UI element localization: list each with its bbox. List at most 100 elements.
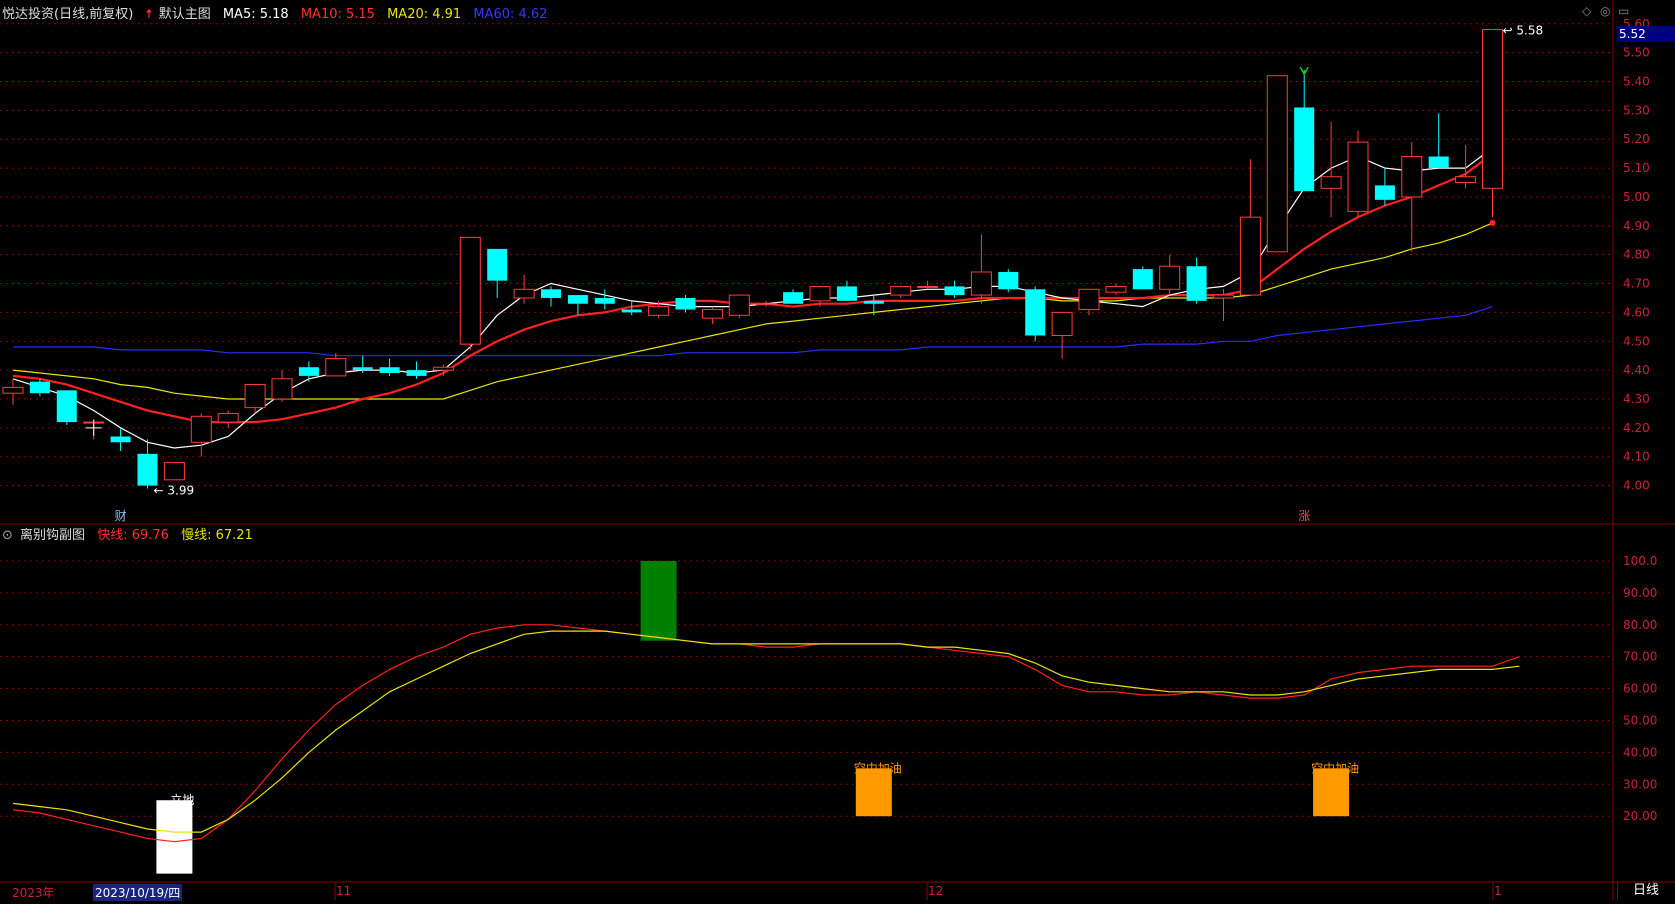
candle-body-down [1374,185,1395,200]
candle-body-up [809,285,831,302]
ma60-line [13,306,1493,357]
fast-line-label: 快线: 69.76 [97,528,169,543]
candle-body-down [783,292,804,304]
candle-body-up [1105,285,1127,293]
candle-body-down [1428,156,1449,169]
y-tick-label: 4.60 [1623,305,1650,319]
sell-dot-icon [1489,219,1496,226]
candle-body-up [271,378,293,400]
candle-body-down [298,367,319,376]
candle-body-up [432,366,454,371]
ma20-label: MA20: 4.91 [387,7,462,22]
ma5-label: MA5: 5.18 [222,7,289,22]
marker-label: 涨 [1298,508,1310,523]
y-tick-label: 4.20 [1623,421,1650,435]
candle-body-up [325,358,347,377]
candle-body-up [1401,156,1423,198]
y-tick-label: 5.40 [1623,74,1650,88]
candle-body-up [1347,141,1369,212]
candle-body-down [944,286,965,296]
y-tick-label: 70.00 [1623,650,1657,664]
candle-body-up [1320,176,1342,189]
year-label: 2023年 [12,886,55,900]
signal-bar [156,800,193,874]
month-label-11: 11 [336,884,352,898]
candle-body-up [917,285,939,288]
y-tick-label: 4.70 [1623,277,1650,291]
current-price-tag: 5.52 [1617,26,1675,42]
candle-body-up [728,294,750,316]
month-label-1: 1 [1494,884,1502,898]
y-tick-label: 4.90 [1623,219,1650,233]
candle-body-down [998,271,1019,290]
slow-line-label: 慢线: 67.21 [181,528,253,543]
y-tick-label: 80.00 [1623,618,1657,632]
candle-body-up [459,236,481,345]
candle-body-down [863,300,884,304]
main-chart-header: 悦达投资(日线,前复权) 🠅 默认主图 MA5: 5.18 MA10: 5.15… [2,3,555,27]
candle-body-down [1025,289,1046,336]
collapse-icon[interactable]: ⊙ [2,528,13,543]
candle-body-up [1455,176,1477,184]
y-tick-label: 5.20 [1623,132,1650,146]
y-tick-label: 5.00 [1623,190,1650,204]
sub-title[interactable]: 离别钩副图 [20,528,85,543]
candle-body-down [56,390,77,423]
y-tick-label: 4.30 [1623,392,1650,406]
candle-body-down [567,295,588,304]
candle-body-up [1213,294,1234,299]
y-tick-label: 4.80 [1623,248,1650,262]
up-arrow-icon: 🠅 [145,7,153,22]
high-price-label: ↩ 5.58 [1503,24,1544,38]
candle-body-down [1132,269,1153,290]
y-tick-label: 5.10 [1623,161,1650,175]
y-tick-label: 100.0 [1623,554,1657,568]
signal-bar [640,560,677,641]
y-tick-label: 30.00 [1623,777,1657,791]
candle-body-up [755,303,777,306]
y-tick-label: 5.50 [1623,46,1650,60]
candle-body-up [648,306,670,316]
y-tick-label: 20.00 [1623,809,1657,823]
candle-body-down [487,248,508,281]
candle-body-up [244,384,266,409]
y-tick-label: 4.10 [1623,450,1650,464]
y-tick-label: 90.00 [1623,586,1657,600]
candle-body-down [836,286,857,301]
period-button[interactable]: 日线 [1617,882,1674,900]
signal-bar [855,768,892,817]
candle-body-up [970,271,992,296]
candle-body-down [352,367,373,371]
candle-body-up [190,415,212,443]
candle-body-up [890,285,912,296]
diamond-icon[interactable]: ◇ [1582,4,1591,18]
candle-body-down [675,297,696,310]
candle-body-up [1266,75,1288,253]
month-label-12: 12 [928,884,944,898]
y-tick-label: 60.00 [1623,682,1657,696]
candle-body-up [1239,216,1261,296]
candle-body-up [1051,311,1073,336]
candle-body-down [541,289,561,298]
candle-body-up [163,461,185,481]
sub-chart-header: ⊙ 离别钩副图 快线: 69.76 慢线: 67.21 [2,524,261,543]
candle-body-up [1482,29,1503,189]
candle-body-down [1186,266,1207,301]
stock-title[interactable]: 悦达投资(日线,前复权) [2,7,133,22]
candle-body-down [406,370,427,376]
window-icon[interactable]: ▭ [1618,4,1629,18]
collapse-icon[interactable]: ◎ [1600,4,1610,18]
signal-label: 立地 [170,792,194,807]
candle-body-down [29,381,50,394]
y-tick-label: 4.00 [1623,479,1650,493]
signal-label: 空中加油 [1311,760,1359,775]
candle-body-up [2,386,24,394]
candle-body-up [1159,265,1181,290]
candle-body-down [594,297,615,304]
template-name[interactable]: 默认主图 [159,7,211,22]
cursor-date: 2023/10/19/四 [93,884,183,901]
y-tick-label: 4.50 [1623,334,1650,348]
candle-body-down [1294,107,1315,192]
candle-body-down [621,309,642,313]
indicator-line [12,624,1520,843]
